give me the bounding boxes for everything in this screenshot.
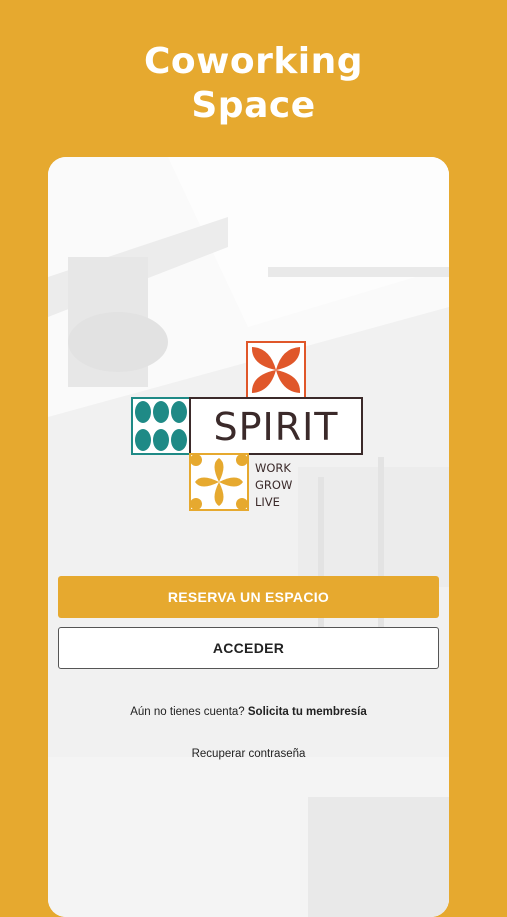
logo-yellow-tile: [189, 453, 249, 511]
login-button[interactable]: ACCEDER: [58, 627, 439, 669]
headline-line-2: Space: [191, 85, 316, 126]
logo-tagline-work: WORK: [255, 461, 291, 475]
logo-teal-tile: [131, 397, 191, 455]
reserve-space-button[interactable]: RESERVA UN ESPACIO: [58, 576, 439, 618]
office-background-image: [48, 157, 449, 917]
headline: Coworking Space: [0, 40, 507, 128]
logo-tagline-grow: GROW: [255, 478, 292, 492]
reserve-space-label: RESERVA UN ESPACIO: [167, 589, 330, 605]
login-card: SPIRIT WORK GROW LIVE RESERVA UN ESPACIO…: [48, 157, 449, 917]
signup-prompt: Aún no tienes cuenta?: [130, 706, 245, 718]
signup-row: Aún no tienes cuenta? Solicita tu membre…: [48, 706, 449, 718]
login-label: ACCEDER: [212, 640, 285, 656]
logo-tagline-live: LIVE: [255, 495, 280, 509]
headline-line-1: Coworking: [143, 41, 364, 82]
logo-brand-text: SPIRIT: [213, 405, 338, 449]
spirit-logo: SPIRIT WORK GROW LIVE: [131, 341, 363, 511]
recover-password-link[interactable]: Recuperar contraseña: [48, 748, 449, 760]
logo-orange-tile: [246, 341, 306, 399]
request-membership-link[interactable]: Solicita tu membresía: [248, 706, 367, 718]
